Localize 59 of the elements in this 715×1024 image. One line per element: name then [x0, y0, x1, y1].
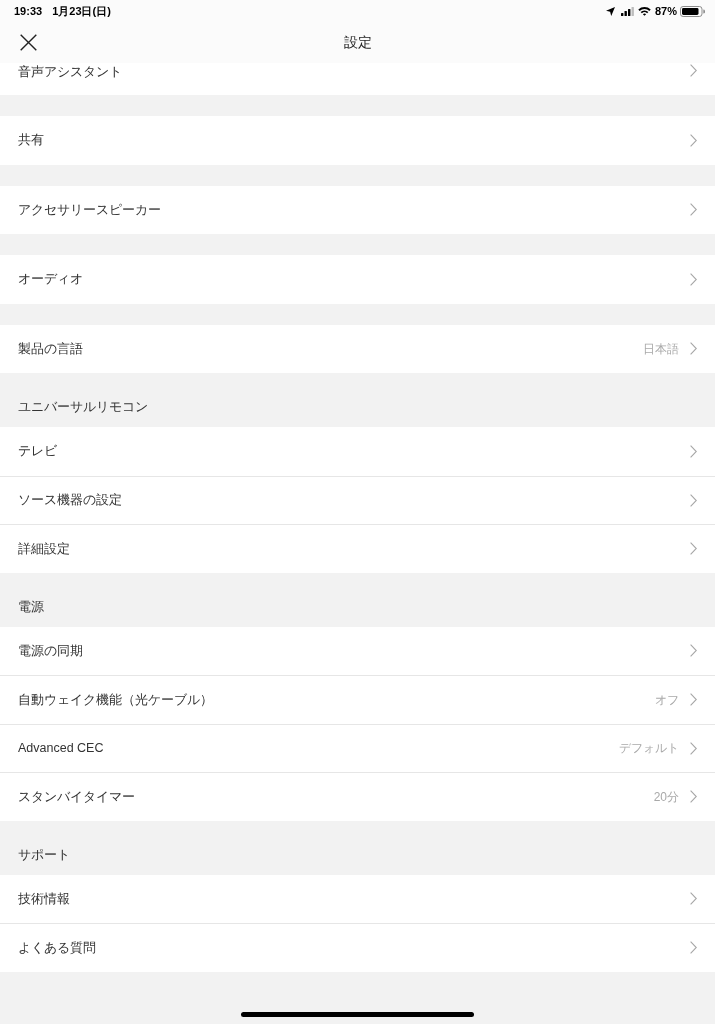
- wifi-icon: [637, 6, 651, 16]
- chevron-right-icon: [690, 790, 697, 804]
- settings-row[interactable]: アクセサリースピーカー: [0, 185, 715, 234]
- chevron-right-icon: [690, 203, 697, 217]
- section-header: ユニバーサルリモコン: [18, 399, 148, 415]
- chevron-right-icon: [690, 133, 697, 147]
- chevron-right-icon: [690, 941, 697, 955]
- setting-label: テレビ: [18, 443, 57, 460]
- settings-row[interactable]: 自動ウェイク機能（光ケーブル） オフ: [0, 675, 715, 724]
- chevron-right-icon: [690, 693, 697, 707]
- chevron-right-icon: [690, 741, 697, 755]
- setting-label: 製品の言語: [18, 340, 83, 357]
- setting-label: アクセサリースピーカー: [18, 201, 161, 218]
- chevron-right-icon: [690, 272, 697, 286]
- setting-label: オーディオ: [18, 271, 83, 288]
- close-icon: [19, 33, 37, 51]
- chevron-right-icon: [690, 542, 697, 556]
- setting-label: 共有: [18, 132, 44, 149]
- settings-row[interactable]: 詳細設定: [0, 524, 715, 573]
- signal-icon: [620, 6, 634, 16]
- setting-label: 電源の同期: [18, 642, 83, 659]
- setting-label: ソース機器の設定: [18, 492, 122, 509]
- section-header: 電源: [18, 598, 44, 615]
- settings-row[interactable]: 製品の言語 日本語: [0, 324, 715, 373]
- settings-row[interactable]: Advanced CEC デフォルト: [0, 723, 715, 772]
- setting-value: 20分: [653, 788, 679, 805]
- settings-row[interactable]: 電源の同期: [0, 626, 715, 675]
- setting-label: 音声アシスタント: [18, 64, 122, 80]
- settings-row[interactable]: テレビ: [0, 427, 715, 476]
- chevron-right-icon: [690, 444, 697, 458]
- chevron-right-icon: [690, 64, 697, 77]
- settings-row[interactable]: ソース機器の設定: [0, 475, 715, 524]
- settings-row[interactable]: 技術情報: [0, 874, 715, 923]
- chevron-right-icon: [690, 493, 697, 507]
- battery-percent: 87%: [654, 3, 677, 19]
- location-arrow-icon: [605, 6, 615, 16]
- settings-row[interactable]: オーディオ: [0, 255, 715, 304]
- settings-row[interactable]: スタンバイタイマー 20分: [0, 772, 715, 821]
- setting-label: 詳細設定: [18, 540, 70, 557]
- settings-row[interactable]: 音声アシスタント: [0, 63, 715, 95]
- status-time: 19:33: [14, 3, 43, 19]
- battery-icon: [680, 5, 705, 17]
- setting-label: Advanced CEC: [18, 740, 104, 757]
- setting-label: スタンバイタイマー: [18, 788, 135, 805]
- setting-label: 自動ウェイク機能（光ケーブル）: [18, 691, 213, 708]
- chevron-right-icon: [690, 342, 697, 356]
- settings-row[interactable]: 共有: [0, 116, 715, 165]
- chevron-right-icon: [690, 892, 697, 906]
- section-header: サポート: [18, 846, 70, 863]
- close-button[interactable]: [19, 33, 37, 51]
- setting-value: デフォルト: [619, 740, 679, 757]
- status-date: 1月23日(日): [52, 3, 111, 19]
- settings-row[interactable]: よくある質問: [0, 923, 715, 972]
- page-title: 設定: [343, 33, 372, 52]
- chevron-right-icon: [690, 644, 697, 658]
- setting-value: オフ: [655, 691, 679, 708]
- setting-value: 日本語: [643, 340, 679, 357]
- setting-label: 技術情報: [18, 890, 70, 907]
- setting-label: よくある質問: [18, 939, 96, 956]
